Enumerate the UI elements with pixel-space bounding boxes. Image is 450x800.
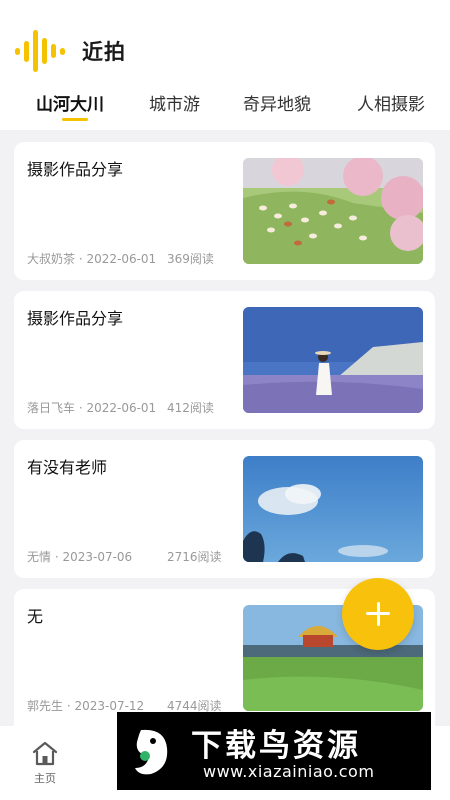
post-title: 有没有老师 [27, 458, 108, 477]
watermark-banner: 下载鸟资源 www.xiazainiao.com [117, 712, 431, 790]
tab-mountains-rivers[interactable]: 山河大川 [36, 90, 104, 115]
post-meta: 大叔奶茶 · 2022-06-01 369阅读 [27, 250, 214, 267]
add-post-button[interactable] [342, 578, 414, 650]
nav-home-label: 主页 [34, 772, 56, 785]
post-thumbnail[interactable] [243, 158, 423, 264]
tab-strange-landforms[interactable]: 奇异地貌 [243, 90, 311, 115]
post-title: 摄影作品分享 [27, 160, 124, 179]
home-icon [32, 741, 58, 766]
nav-home[interactable]: 主页 [20, 738, 70, 788]
app-title: 近拍 [82, 40, 126, 64]
post-card[interactable]: 摄影作品分享 落日飞车 · 2022-06-01 412阅读 [14, 291, 435, 429]
post-author-date: 大叔奶茶 · 2022-06-01 [27, 252, 157, 266]
post-read-count: 412阅读 [167, 401, 214, 415]
post-meta: 落日飞车 · 2022-06-01 412阅读 [27, 399, 214, 416]
post-author-date: 落日飞车 · 2022-06-01 [27, 401, 157, 415]
watermark-title: 下载鸟资源 [191, 728, 361, 764]
app-header: 近拍 山河大川 城市游 奇异地貌 人相摄影 [0, 0, 450, 130]
post-title: 无 [27, 607, 44, 626]
post-title: 摄影作品分享 [27, 309, 124, 328]
post-card[interactable]: 摄影作品分享 大叔奶茶 · 2022-06-01 369阅读 [14, 142, 435, 280]
active-tab-indicator [62, 118, 88, 121]
watermark-url: www.xiazainiao.com [203, 762, 375, 781]
post-thumbnail[interactable] [243, 307, 423, 413]
post-meta: 无情 · 2023-07-06 2716阅读 [27, 548, 222, 565]
sound-wave-logo-icon [15, 30, 65, 72]
post-read-count: 369阅读 [167, 252, 214, 266]
post-author-date: 郭先生 · 2023-07-12 [27, 699, 145, 713]
post-author-date: 无情 · 2023-07-06 [27, 550, 133, 564]
bird-logo-icon [135, 729, 168, 775]
tab-city-travel[interactable]: 城市游 [149, 90, 200, 115]
post-read-count: 2716阅读 [167, 550, 222, 564]
post-card[interactable]: 有没有老师 无情 · 2023-07-06 2716阅读 [14, 440, 435, 578]
post-thumbnail[interactable] [243, 456, 423, 562]
tab-portrait-photography[interactable]: 人相摄影 [357, 90, 425, 115]
